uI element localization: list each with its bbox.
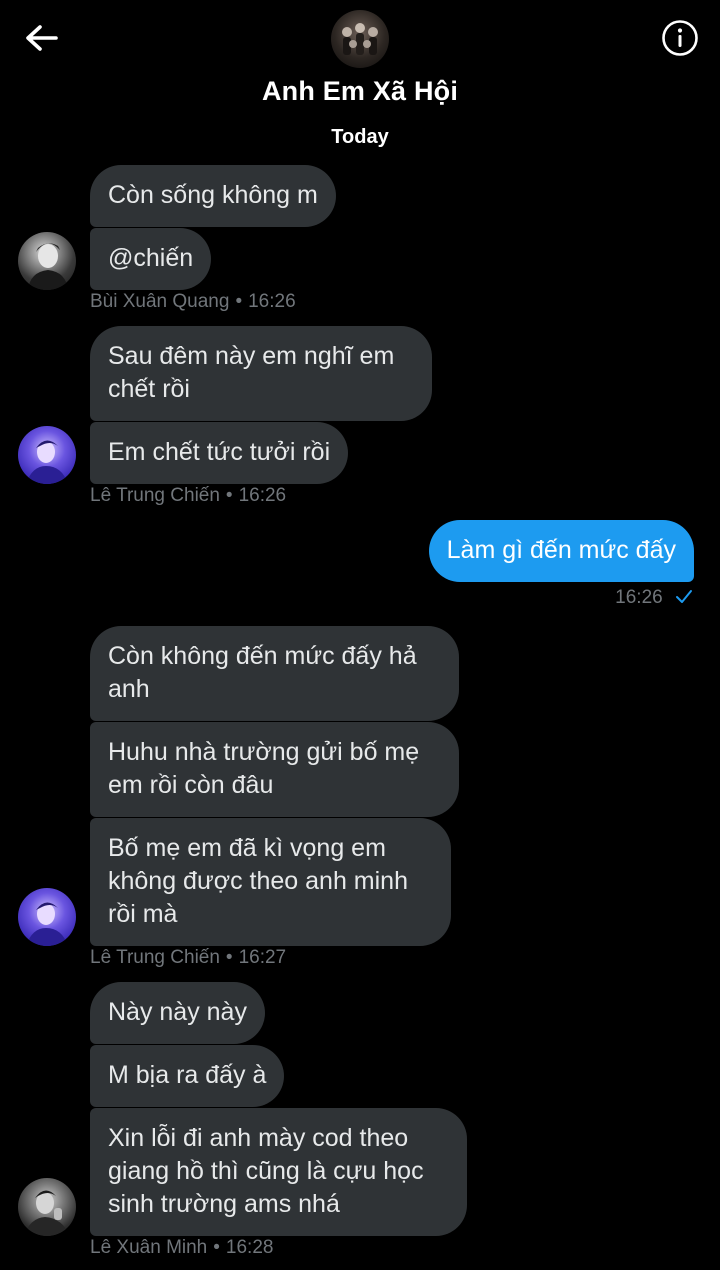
conversation-header: Anh Em Xã Hội Today: [0, 0, 720, 160]
back-button[interactable]: [20, 18, 64, 62]
info-button[interactable]: [658, 16, 702, 60]
outgoing-message-bubble[interactable]: Làm gì đến mức đấy: [428, 520, 694, 582]
message-bubble[interactable]: Sau đêm này em nghĩ em chết rồi: [90, 326, 432, 421]
sender-name: Lê Trung Chiến: [90, 485, 220, 506]
message-bubble[interactable]: Này này này: [90, 982, 265, 1044]
message-bubble[interactable]: Còn sống không m: [90, 165, 336, 227]
meta-separator: •: [225, 947, 233, 968]
info-icon: [662, 20, 698, 56]
arrow-left-icon: [26, 25, 58, 51]
sent-check-icon: [676, 590, 692, 603]
message-bubble[interactable]: Em chết tức tưởi rồi: [90, 422, 349, 484]
message-time: 16:28: [225, 1237, 274, 1258]
sender-name: Bùi Xuân Quang: [90, 291, 230, 312]
avatar[interactable]: [18, 232, 76, 290]
message-meta: Lê Trung Chiến • 16:27: [90, 947, 286, 969]
message-time: 16:26: [615, 587, 663, 608]
avatar[interactable]: [18, 426, 76, 484]
avatar-photo: [26, 902, 68, 946]
avatar-photo: [26, 440, 68, 484]
day-separator: Today: [331, 126, 389, 148]
message-meta: Lê Trung Chiến • 16:26: [90, 485, 286, 507]
sender-name: Lê Xuân Minh: [90, 1237, 208, 1258]
message-bubble[interactable]: @chiến: [90, 228, 212, 290]
group-name: Anh Em Xã Hội: [261, 76, 459, 106]
message-time: 16:26: [248, 291, 296, 312]
meta-separator: •: [235, 291, 243, 312]
message-bubble[interactable]: Huhu nhà trường gửi bố mẹ em rồi còn đâu: [90, 722, 459, 817]
meta-separator: •: [225, 485, 233, 506]
message-time: 16:27: [238, 947, 287, 968]
message-bubble[interactable]: Còn không đến mức đấy hả anh: [90, 626, 459, 721]
avatar-photo: [28, 243, 68, 290]
message-meta: Lê Xuân Minh • 16:28: [90, 1237, 273, 1259]
avatar[interactable]: [18, 1178, 76, 1236]
message-bubble[interactable]: Bố mẹ em đã kì vọng em không được theo a…: [90, 818, 451, 946]
sender-name: Lê Trung Chiến: [90, 947, 220, 968]
outgoing-message-meta: 16:26: [615, 587, 694, 609]
group-photo: [342, 23, 378, 55]
avatar-photo: [24, 1190, 70, 1236]
message-bubble[interactable]: Xin lỗi đi anh mày cod theo giang hồ thì…: [90, 1108, 467, 1236]
meta-separator: •: [213, 1237, 220, 1258]
group-avatar[interactable]: [331, 10, 389, 68]
avatar[interactable]: [18, 888, 76, 946]
message-time: 16:26: [238, 485, 287, 506]
message-meta: Bùi Xuân Quang • 16:26: [90, 291, 296, 313]
message-bubble[interactable]: M bịa ra đấy à: [90, 1045, 285, 1107]
